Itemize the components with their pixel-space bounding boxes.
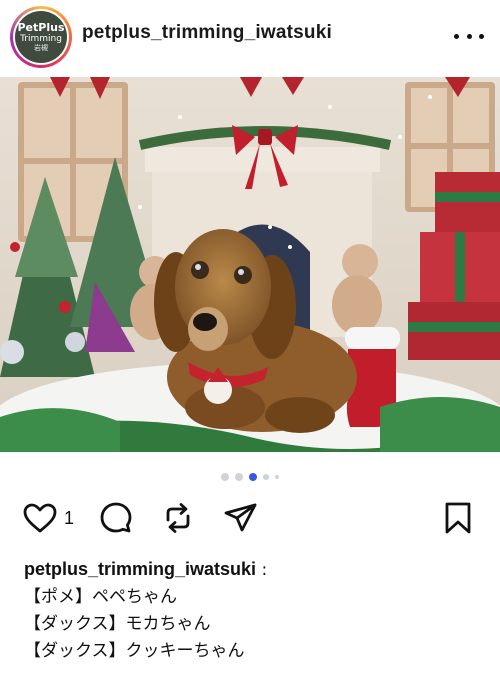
carousel-dot-active	[249, 473, 257, 481]
caption-line: 【ダックス】クッキーちゃん	[24, 641, 245, 661]
more-horizontal-icon[interactable]	[454, 24, 484, 48]
carousel-indicator	[0, 472, 500, 482]
comment-button[interactable]	[98, 498, 134, 538]
carousel-dot	[221, 473, 229, 481]
comment-icon	[100, 502, 132, 533]
carousel-dot	[275, 475, 279, 479]
post-header: PetPlus Trimming 岩槻 petplus_trimming_iwa…	[0, 0, 500, 76]
avatar[interactable]: PetPlus Trimming 岩槻	[10, 6, 72, 68]
send-icon	[224, 503, 257, 532]
bookmark-icon	[445, 502, 471, 534]
save-button[interactable]	[442, 498, 474, 538]
caption-username[interactable]: petplus_trimming_iwatsuki	[24, 559, 256, 579]
caption-separator: :	[256, 560, 268, 580]
caption-line: 【ダックス】モカちゃん	[24, 614, 211, 634]
logo-text-1: PetPlus	[17, 20, 65, 34]
like-button[interactable]: 1	[22, 498, 74, 538]
share-button[interactable]	[222, 498, 260, 538]
repost-button[interactable]	[160, 498, 196, 538]
logo-text-3: 岩槻	[34, 43, 48, 52]
logo-text-2: Trimming	[20, 33, 62, 44]
repost-icon	[166, 503, 190, 533]
post-caption: petplus_trimming_iwatsuki : 【ポメ】ペペちゃん 【ダ…	[24, 556, 484, 665]
username[interactable]: petplus_trimming_iwatsuki	[82, 22, 332, 44]
caption-line: 【ポメ】ペペちゃん	[24, 587, 177, 607]
carousel-dot	[235, 473, 243, 481]
brand-logo: PetPlus Trimming 岩槻	[15, 11, 67, 63]
christmas-dog-photo	[0, 77, 500, 452]
post-photo[interactable]	[0, 77, 500, 452]
heart-icon	[23, 503, 57, 533]
like-count: 1	[64, 507, 75, 528]
carousel-dot	[263, 474, 269, 480]
action-bar: 1	[0, 498, 500, 538]
